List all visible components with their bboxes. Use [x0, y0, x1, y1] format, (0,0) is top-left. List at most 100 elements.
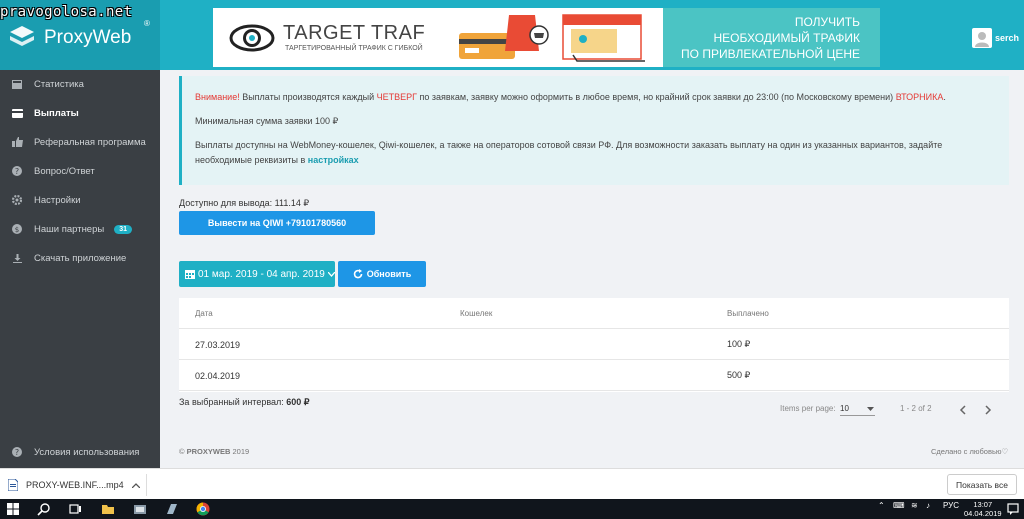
sidebar-item-label: Статистика: [34, 78, 84, 90]
download-item[interactable]: PROXY-WEB.INF....mp4: [8, 476, 140, 494]
file-explorer-icon[interactable]: [101, 502, 115, 516]
items-per-page-label: Items per page:: [780, 404, 836, 413]
user-name: serch: [995, 33, 1020, 43]
clock-time: 13:07: [973, 500, 993, 509]
settings-link[interactable]: настройках: [308, 155, 359, 165]
tray-chevron-up-icon[interactable]: ⌃: [878, 501, 885, 510]
alert-text: по заявкам, заявку можно оформить в любо…: [417, 92, 896, 102]
user-icon: [975, 32, 989, 47]
credit-card-icon: [0, 108, 34, 118]
banner-title: TARGET TRAF: [283, 22, 426, 44]
refresh-button[interactable]: Обновить: [338, 261, 426, 287]
alert-text: .: [943, 92, 946, 102]
sidebar-item-referral[interactable]: Реферальная программа: [0, 128, 160, 156]
chevron-up-icon[interactable]: [131, 482, 140, 488]
next-page-icon[interactable]: [985, 405, 992, 415]
sidebar-item-label: Наши партнеры: [34, 223, 105, 235]
sidebar-item-faq[interactable]: ? Вопрос/Ответ: [0, 157, 160, 185]
sidebar-item-label: Скачать приложение: [34, 252, 127, 264]
eye-target-icon: [229, 24, 275, 52]
task-view-icon[interactable]: [68, 502, 82, 516]
previous-page-icon[interactable]: [959, 405, 966, 415]
items-per-page-value: 10: [840, 404, 849, 413]
column-header-wallet[interactable]: Кошелек: [460, 298, 492, 329]
tray-keyboard-icon[interactable]: ⌨: [893, 501, 905, 510]
sidebar-item-payouts[interactable]: Выплаты: [0, 99, 160, 127]
clock-date: 04.04.2019: [964, 509, 1002, 518]
windows-start-icon[interactable]: [6, 502, 20, 516]
show-all-downloads-button[interactable]: Показать все: [947, 474, 1017, 495]
alert-text: Выплаты производятся каждый: [239, 92, 377, 102]
payout-schedule-text: Внимание! Выплаты производятся каждый ЧЕ…: [195, 90, 996, 105]
withdraw-qiwi-button[interactable]: Вывести на QIWI +79101780560: [179, 211, 375, 235]
column-header-paid[interactable]: Выплачено: [727, 298, 769, 329]
available-balance: Доступно для вывода: 111.14 ₽: [179, 198, 310, 208]
gear-icon: [0, 195, 34, 205]
download-filename: PROXY-WEB.INF....mp4: [26, 480, 124, 490]
refresh-icon: [353, 269, 363, 279]
partners-count-badge: 31: [114, 224, 133, 234]
refresh-label: Обновить: [366, 269, 412, 279]
bar-chart-icon: [0, 79, 34, 89]
cell-paid: 500 ₽: [727, 370, 751, 380]
payout-info-alert: Внимание! Выплаты производятся каждый ЧЕ…: [179, 76, 1009, 185]
items-per-page-select[interactable]: 10: [840, 404, 875, 416]
volume-icon[interactable]: ♪: [926, 501, 930, 510]
chevron-down-icon: [327, 271, 335, 277]
brand-name: ProxyWeb: [44, 27, 132, 48]
sidebar-item-settings[interactable]: Настройки: [0, 186, 160, 214]
sidebar-item-terms[interactable]: ? Условия использования: [0, 438, 160, 466]
sidebar-item-label: Выплаты: [34, 107, 79, 119]
sidebar-item-partners[interactable]: $ Наши партнеры 31: [0, 215, 160, 243]
payouts-table: Дата Кошелек Выплачено 27.03.2019 100 ₽ …: [179, 298, 1009, 392]
ad-banner[interactable]: TARGET TRAF ТАРГЕТИРОВАННЫЙ ТРАФИК С ГИБ…: [213, 8, 880, 67]
date-range-picker[interactable]: 01 мар. 2019 - 04 апр. 2019: [179, 261, 335, 287]
avatar: [972, 28, 992, 48]
wifi-icon[interactable]: ≋: [911, 501, 918, 510]
watermark: pravogolosa.net: [0, 4, 133, 20]
copyright: © PROXYWEB 2019: [179, 447, 250, 456]
app-icon[interactable]: [165, 502, 179, 516]
warning-label: Внимание!: [195, 92, 240, 102]
notifications-icon[interactable]: [1006, 502, 1020, 516]
question-icon: ?: [0, 166, 34, 176]
banner-promo-line: ПОЛУЧИТЬ: [794, 15, 860, 29]
cell-date: 02.04.2019: [195, 370, 241, 381]
shopping-illustration-icon: [459, 14, 645, 62]
top-bar: ProxyWeb ® pravogolosa.net TARGET TRAF Т…: [0, 0, 1024, 70]
file-icon: [8, 479, 18, 491]
banner-promo-panel: ПОЛУЧИТЬ НЕОБХОДИМЫЙ ТРАФИК ПО ПРИВЛЕКАТ…: [663, 8, 880, 67]
sidebar-item-label: Настройки: [34, 194, 81, 206]
payout-methods-text: Выплаты доступны на WebMoney-кошелек, Qi…: [195, 138, 996, 168]
sidebar-item-statistics[interactable]: Статистика: [0, 70, 160, 98]
sidebar-item-download-app[interactable]: Скачать приложение: [0, 244, 160, 272]
table-row: 27.03.2019 100 ₽: [179, 329, 1009, 360]
table-header-row: Дата Кошелек Выплачено: [179, 298, 1009, 329]
dollar-icon: $: [0, 224, 34, 234]
sidebar-item-label: Условия использования: [34, 446, 140, 458]
logo-cube-icon: [10, 26, 34, 46]
made-with-love: Сделано с любовью♡: [931, 447, 1009, 456]
sidebar: Статистика Выплаты Реферальная программа…: [0, 70, 160, 468]
banner-promo-line: НЕОБХОДИМЫЙ ТРАФИК: [713, 31, 861, 45]
downloads-bar: PROXY-WEB.INF....mp4 Показать все: [0, 468, 1024, 499]
caret-down-icon: [867, 407, 874, 411]
column-header-date[interactable]: Дата: [195, 298, 213, 329]
search-icon[interactable]: [37, 502, 51, 516]
thumbs-up-icon: [0, 137, 34, 147]
banner-subtitle: ТАРГЕТИРОВАННЫЙ ТРАФИК С ГИБКОЙ: [285, 45, 423, 52]
downloads-divider: [146, 474, 147, 496]
clock[interactable]: 13:07 04.04.2019: [964, 500, 1002, 518]
pager-range: 1 - 2 of 2: [900, 404, 932, 413]
copyright-year: 2019: [232, 447, 250, 456]
question-icon: ?: [0, 447, 34, 457]
sidebar-item-label: Вопрос/Ответ: [34, 165, 95, 177]
brand-reg-mark: ®: [144, 19, 150, 28]
app-icon[interactable]: [133, 502, 147, 516]
cell-date: 27.03.2019: [195, 339, 241, 350]
table-row: 02.04.2019 500 ₽: [179, 360, 1009, 391]
chrome-icon[interactable]: [196, 502, 210, 516]
sidebar-item-label: Реферальная программа: [34, 136, 146, 148]
language-indicator[interactable]: РУС: [943, 501, 959, 510]
download-icon: [0, 253, 34, 263]
